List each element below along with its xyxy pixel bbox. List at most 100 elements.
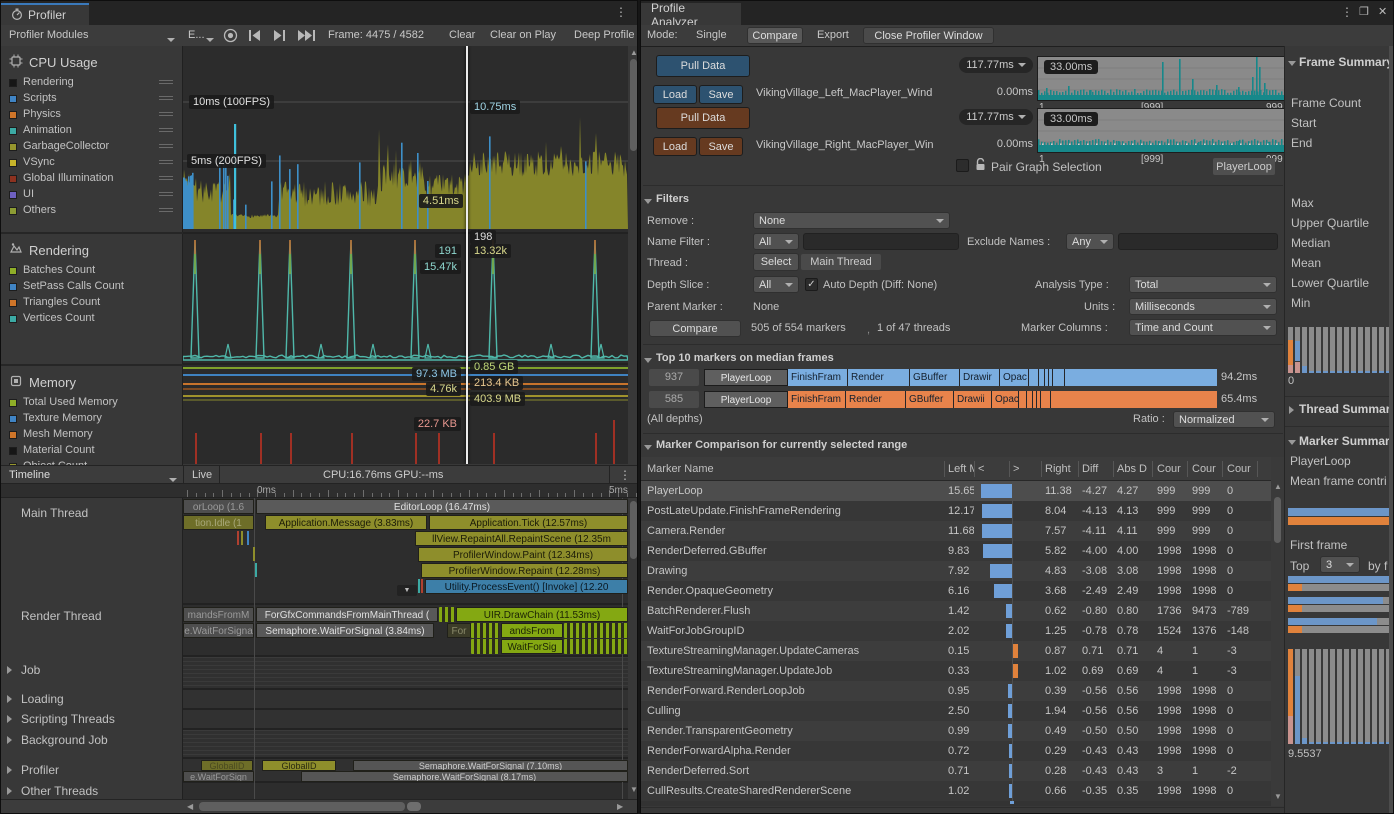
table-row[interactable]: RenderForward.RenderLoopJob0.950.39-0.56… xyxy=(641,681,1271,701)
drag-handle-icon[interactable] xyxy=(159,160,173,161)
save-button[interactable]: Save xyxy=(699,137,743,156)
filters-fold-icon[interactable] xyxy=(644,195,652,207)
chart-scrollbar[interactable]: ▲ xyxy=(628,46,638,464)
cpu-usage-chart[interactable] xyxy=(183,46,628,229)
timeline-span-cluster[interactable] xyxy=(471,623,499,638)
name-filter-input[interactable] xyxy=(803,233,959,250)
mode-single-button[interactable]: Single xyxy=(696,29,727,41)
drag-handle-icon[interactable] xyxy=(159,192,173,193)
histogram-bar[interactable] xyxy=(1351,649,1356,744)
fold-arrow-icon[interactable] xyxy=(7,736,12,744)
drag-handle-icon[interactable] xyxy=(159,128,173,129)
table-scroll-thumb[interactable] xyxy=(1274,497,1281,543)
thread-row-scripting-threads[interactable]: Scripting Threads xyxy=(1,712,181,726)
filters-title[interactable]: Filters xyxy=(656,193,689,205)
hscroll-right-icon[interactable]: ▶ xyxy=(617,803,623,811)
column-header-3[interactable]: > xyxy=(1013,457,1039,481)
timeline-span-cluster[interactable] xyxy=(564,639,628,654)
exclude-names-input[interactable] xyxy=(1118,233,1278,250)
table-row[interactable]: CullResults.CreateSharedRendererScene1.0… xyxy=(641,781,1271,801)
timeline-hscrollbar[interactable]: ◀ ▶ xyxy=(1,799,638,814)
playhead-line[interactable] xyxy=(466,46,468,464)
timeline-span[interactable]: ProfilerWindow.Paint (12.34ms) xyxy=(418,547,628,562)
column-header-5[interactable]: Diff xyxy=(1082,457,1112,481)
collapse-badge[interactable]: ▼ xyxy=(397,585,417,596)
depth-slice-dropdown[interactable]: All xyxy=(753,276,799,293)
pair-graph-checkbox[interactable] xyxy=(956,159,969,172)
column-header-8[interactable]: Cour xyxy=(1192,457,1221,481)
histogram-bar[interactable] xyxy=(1365,649,1370,744)
histogram-bar[interactable] xyxy=(1295,649,1300,744)
drag-handle-icon[interactable] xyxy=(159,96,173,97)
top10-segment[interactable]: FinishFram xyxy=(788,369,848,386)
top10-segment[interactable]: Drawir xyxy=(960,369,1000,386)
thread-row-job[interactable]: Job xyxy=(1,663,181,677)
comparison-title[interactable]: Marker Comparison for currently selected… xyxy=(656,439,907,451)
legend-item-batches-count[interactable]: Batches Count xyxy=(9,264,179,278)
chart-scroll-thumb[interactable] xyxy=(630,59,637,151)
timeline-span[interactable]: UIR.DrawChain (11.53ms) xyxy=(456,607,628,622)
thread-row-other-threads[interactable]: Other Threads xyxy=(1,784,181,798)
chart-scroll-up-icon[interactable]: ▲ xyxy=(630,49,638,57)
thread-summary-fold-icon[interactable] xyxy=(1289,404,1294,416)
histogram-bar[interactable] xyxy=(1288,327,1293,373)
timeline-span[interactable]: Semaphore.WaitForSignal (7.10ms) xyxy=(353,760,628,771)
histogram-bar[interactable] xyxy=(1358,649,1363,744)
histogram-bar[interactable] xyxy=(1288,649,1293,744)
top10-frame-chip[interactable]: 585 xyxy=(649,391,699,408)
table-row[interactable]: TextureStreamingManager.UpdateJob0.331.0… xyxy=(641,661,1271,681)
table-row[interactable]: PlayerLoop15.6511.38-4.274.279999990 xyxy=(641,481,1271,501)
thread-row-profiler[interactable]: Profiler xyxy=(1,763,181,777)
table-row[interactable]: Drawing7.924.83-3.083.08199819980 xyxy=(641,561,1271,581)
comparison-fold-icon[interactable] xyxy=(644,441,652,453)
next-frame-button[interactable] xyxy=(273,30,286,44)
timeline-span[interactable]: andsFrom xyxy=(501,623,563,638)
table-row[interactable]: RenderDeferred.Sort0.710.28-0.430.4331-2 xyxy=(641,761,1271,781)
live-button[interactable]: Live xyxy=(192,469,212,481)
last-frame-button[interactable] xyxy=(297,30,316,44)
table-row[interactable]: PostLateUpdate.FinishFrameRendering12.17… xyxy=(641,501,1271,521)
timeline-span[interactable]: Utility.ProcessEvent() [Invoke] (12.20 xyxy=(425,579,628,594)
profiler-kebab-icon[interactable]: ⋮ xyxy=(615,5,627,19)
compare-button[interactable]: Compare xyxy=(649,320,741,337)
top10-segment[interactable]: GBuffer xyxy=(906,391,954,408)
histogram-bar[interactable] xyxy=(1330,649,1335,744)
top10-segment-thin[interactable] xyxy=(1041,391,1051,408)
top10-segment-thin[interactable] xyxy=(1053,369,1065,386)
timeline-kebab-icon[interactable]: ⋮ xyxy=(619,468,631,482)
timeline-span[interactable]: Semaphore.WaitForSignal (3.84ms) xyxy=(256,623,434,638)
table-scroll-up-icon[interactable]: ▲ xyxy=(1274,483,1282,491)
table-row[interactable]: WaitForJobGroupID2.021.25-0.780.78152413… xyxy=(641,621,1271,641)
top10-segment[interactable]: Render xyxy=(848,369,910,386)
histogram-bar[interactable] xyxy=(1372,327,1377,373)
histogram-bar[interactable] xyxy=(1379,649,1384,744)
top10-segment[interactable]: PlayerLoop xyxy=(704,391,788,408)
timeline-span[interactable]: llView.RepaintAll.RepaintScene (12.35m xyxy=(415,531,628,546)
histogram-bar[interactable] xyxy=(1330,327,1335,373)
legend-item-material-count[interactable]: Material Count xyxy=(9,444,179,458)
timeline-span[interactable]: ForGfxCommandsFromMainThread ( xyxy=(256,607,438,622)
link-lock-icon[interactable] xyxy=(975,158,986,174)
legend-item-texture-memory[interactable]: Texture Memory xyxy=(9,412,179,426)
tab-profile-analyzer[interactable]: Profile Analyzer xyxy=(641,3,741,25)
table-scroll-down-icon[interactable]: ▼ xyxy=(1274,793,1282,801)
thread-row-loading[interactable]: Loading xyxy=(1,692,181,706)
thread-summary-title[interactable]: Thread Summary xyxy=(1299,402,1394,416)
top10-marker-bar[interactable]: PlayerLoopFinishFramRenderGBufferDrawirO… xyxy=(704,369,1217,386)
top10-marker-bar[interactable]: PlayerLoopFinishFramRenderGBufferDrawiiO… xyxy=(704,391,1217,408)
frame-summary-title[interactable]: Frame Summary xyxy=(1299,55,1393,69)
module-section-memory[interactable]: MemoryTotal Used MemoryTexture MemoryMes… xyxy=(1,364,183,465)
table-row[interactable]: Render.OpaqueGeometry6.163.68-2.492.4919… xyxy=(641,581,1271,601)
timeline-span-cluster[interactable] xyxy=(564,623,628,638)
timeline-scrollbar[interactable]: ▼ xyxy=(628,498,638,799)
histogram-bar[interactable] xyxy=(1365,327,1370,373)
timeline-span[interactable]: orLoop (1.6 xyxy=(183,499,254,514)
legend-item-vertices-count[interactable]: Vertices Count xyxy=(9,312,179,326)
top10-frame-chip[interactable]: 937 xyxy=(649,369,699,386)
histogram-bar[interactable] xyxy=(1309,649,1314,744)
module-section-cpu-usage[interactable]: CPU UsageRenderingScriptsPhysicsAnimatio… xyxy=(1,46,183,230)
thread-row-render-thread[interactable]: Render Thread xyxy=(1,609,181,623)
ratio-dropdown[interactable]: Normalized xyxy=(1173,411,1275,428)
column-header-7[interactable]: Cour xyxy=(1157,457,1186,481)
marker-columns-dropdown[interactable]: Time and Count xyxy=(1129,319,1277,336)
